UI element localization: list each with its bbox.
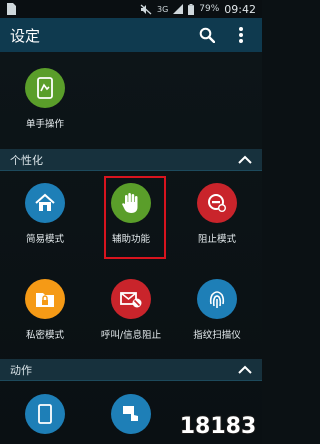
settings-item-motion-2[interactable] xyxy=(88,394,174,434)
signal-icon xyxy=(173,4,184,14)
mute-icon xyxy=(140,4,152,14)
settings-item-label: 私密模式 xyxy=(25,330,64,341)
private-folder-icon-circle xyxy=(25,279,65,319)
fingerprint-icon-circle xyxy=(197,279,237,319)
motion-icon-circle xyxy=(25,394,65,434)
clock: 09:42 xyxy=(224,2,256,16)
motion-icon-circle xyxy=(111,394,151,434)
one-hand-icon xyxy=(37,77,53,99)
more-vert-icon xyxy=(239,27,243,43)
page-title: 设定 xyxy=(10,26,41,45)
private-folder-icon xyxy=(36,293,54,307)
settings-item-call-block[interactable]: 呼叫/信息阻止 xyxy=(88,279,174,341)
section-title: 动作 xyxy=(10,363,32,377)
search-button[interactable] xyxy=(196,24,218,46)
action-bar: 设定 xyxy=(0,18,262,52)
highlight-box xyxy=(104,176,166,259)
call-block-icon-circle xyxy=(111,279,151,319)
sd-card-icon xyxy=(7,3,16,15)
touch-gesture-icon xyxy=(123,406,138,421)
network-type: 3G xyxy=(156,4,169,14)
settings-item-easy-mode[interactable]: 简易模式 xyxy=(2,183,88,245)
settings-item-label: 简易模式 xyxy=(25,234,64,245)
section-title: 个性化 xyxy=(10,153,43,167)
settings-item-fingerprint[interactable]: 指纹扫描仪 xyxy=(174,279,260,341)
settings-item-blocking-mode[interactable]: 阻止模式 xyxy=(174,183,260,245)
block-icon-circle xyxy=(197,183,237,223)
chevron-up-icon xyxy=(238,365,252,374)
settings-item-label: 呼叫/信息阻止 xyxy=(100,330,162,341)
easy-home-icon xyxy=(35,193,55,211)
settings-item-motion-1[interactable] xyxy=(2,394,88,434)
battery-percent: 79% xyxy=(199,4,220,14)
section-header-motions[interactable]: 动作 xyxy=(0,359,262,381)
settings-item-label: 指纹扫描仪 xyxy=(193,330,241,341)
settings-item-private-mode[interactable]: 私密模式 xyxy=(2,279,88,341)
watermark-text: 18183 xyxy=(180,414,257,439)
battery-icon xyxy=(188,3,195,15)
settings-item-label: 阻止模式 xyxy=(197,234,236,245)
status-bar: 3G 79% 09:42 xyxy=(0,0,262,18)
search-icon xyxy=(199,27,215,43)
easy-home-icon-circle xyxy=(25,183,65,223)
overflow-menu-button[interactable] xyxy=(230,24,252,46)
tablet-icon xyxy=(38,404,52,424)
one-hand-icon-circle xyxy=(25,68,65,108)
chevron-up-icon xyxy=(238,155,252,164)
fingerprint-icon xyxy=(209,291,225,308)
watermark-logo: 18183 xyxy=(178,408,258,442)
block-icon xyxy=(208,194,226,212)
section-header-personalization[interactable]: 个性化 xyxy=(0,149,262,171)
settings-item-one-hand[interactable]: 单手操作 xyxy=(2,68,88,130)
settings-item-label: 单手操作 xyxy=(25,119,64,130)
call-block-icon xyxy=(120,292,142,308)
